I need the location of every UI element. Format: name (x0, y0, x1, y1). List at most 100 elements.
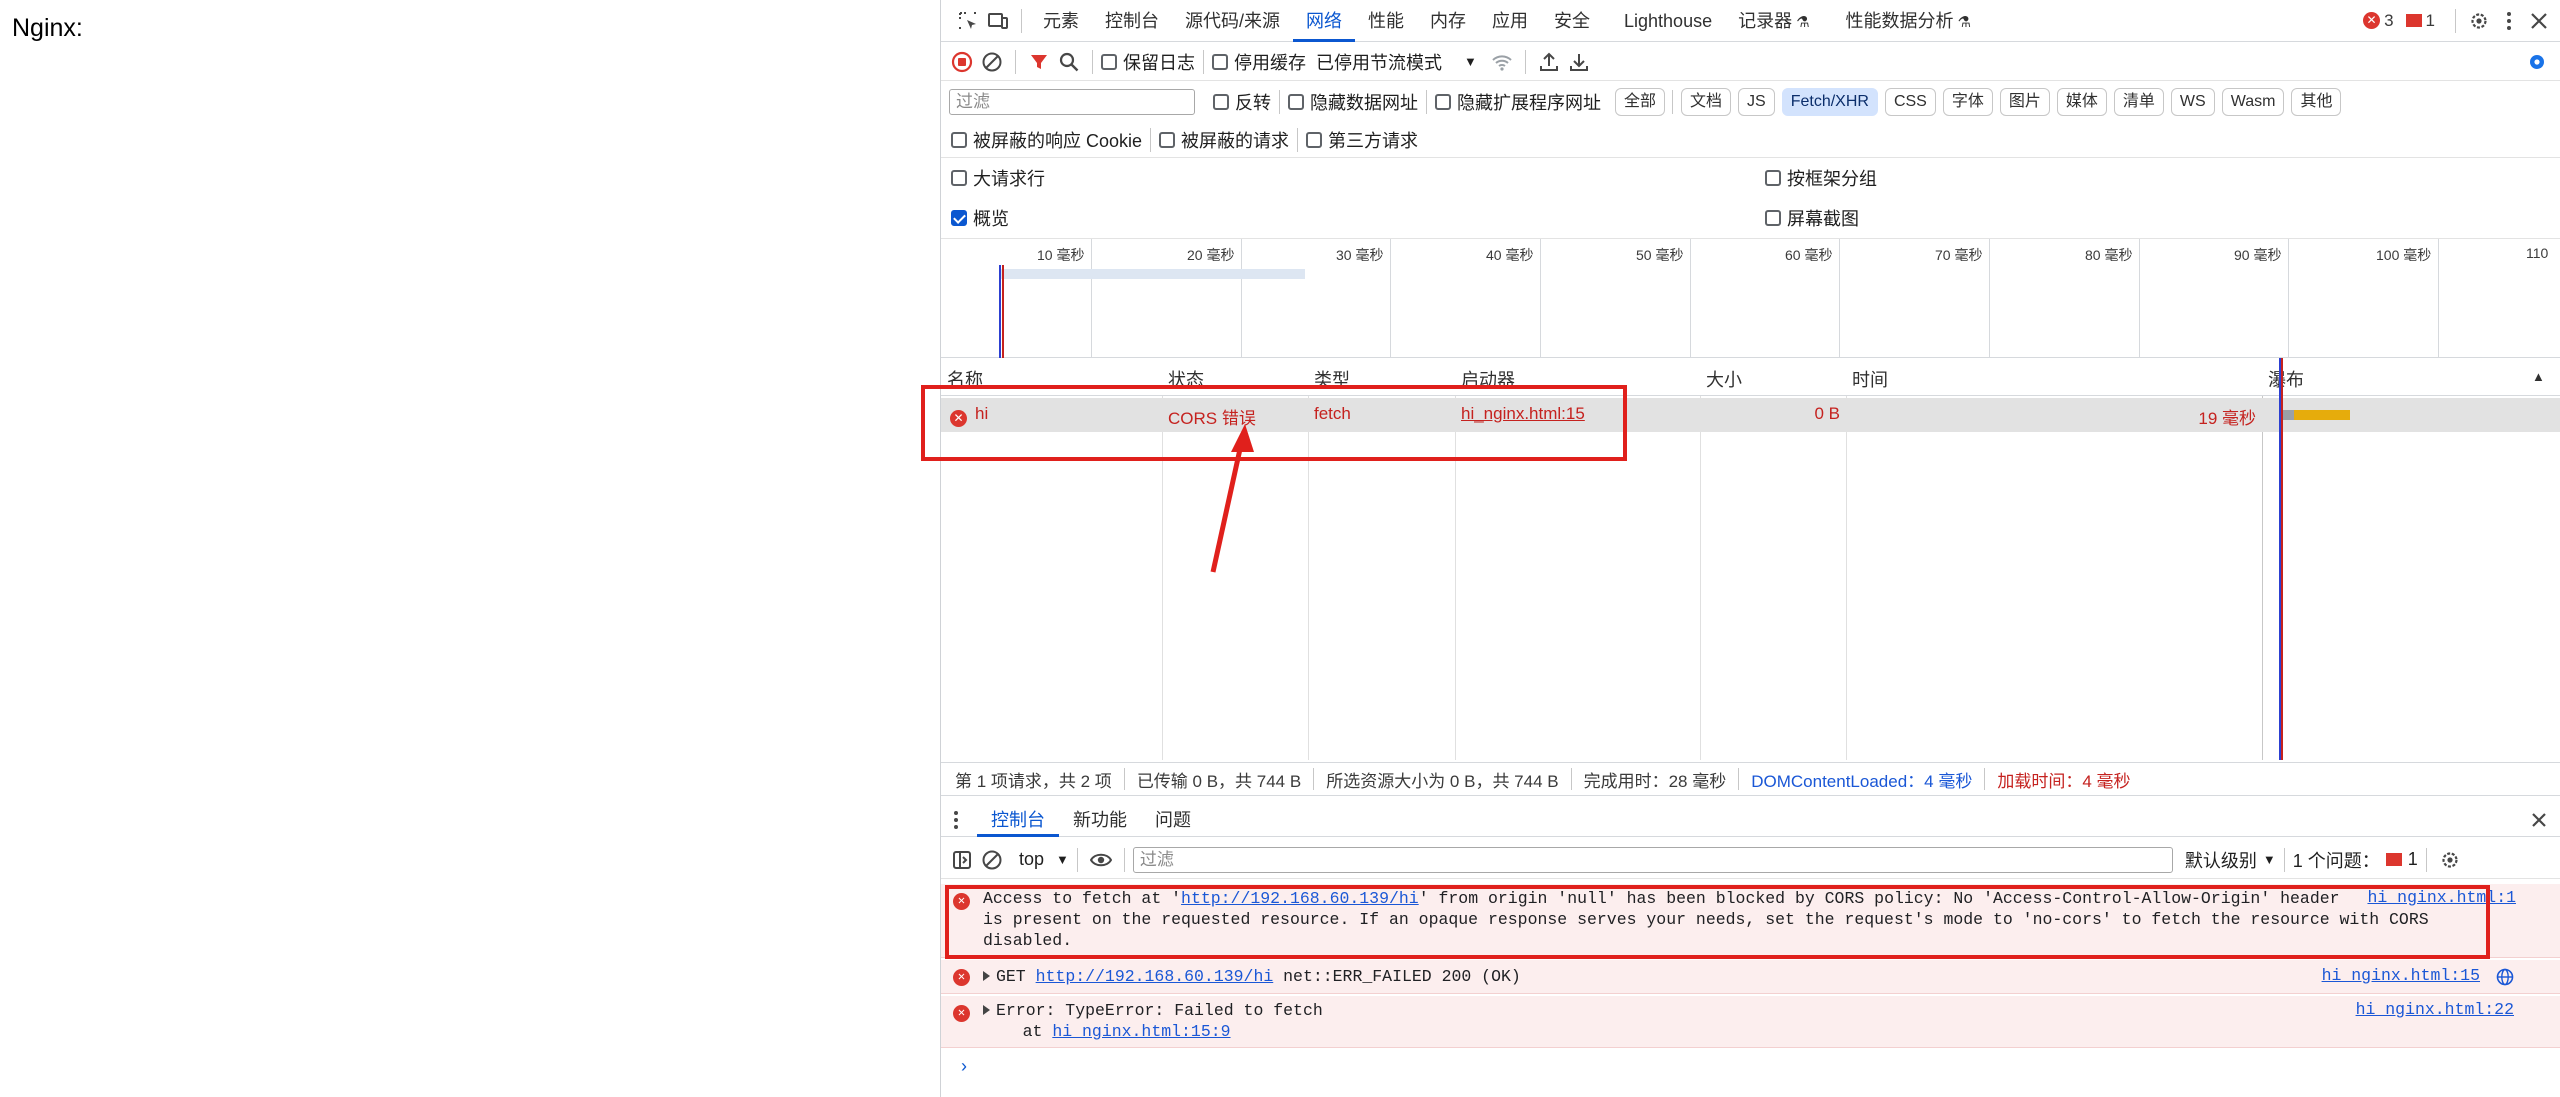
hide-data-urls-checkbox[interactable]: 隐藏数据网址 (1288, 89, 1418, 115)
export-har-icon[interactable] (1564, 47, 1594, 77)
log-levels-select[interactable]: 默认级别 ▼ (2185, 847, 2276, 873)
clear-console-icon[interactable] (977, 845, 1007, 875)
network-overview-timeline[interactable]: 10 毫秒 20 毫秒 30 毫秒 40 毫秒 50 毫秒 60 毫秒 70 毫… (941, 238, 2560, 359)
chip-fetch-xhr[interactable]: Fetch/XHR (1781, 88, 1878, 116)
chip-media[interactable]: 媒体 (2056, 88, 2107, 116)
sort-up-icon[interactable]: ▲ (2532, 369, 2545, 384)
tab-sources[interactable]: 源代码/来源 (1172, 0, 1293, 42)
error-count-badge[interactable]: ✕ 3 (2363, 11, 2394, 31)
toolbar-separator (2425, 847, 2427, 872)
big-rows-checkbox[interactable]: 大请求行 (951, 165, 1045, 191)
message-source-link[interactable]: hi_nginx.html:22 (2356, 1000, 2514, 1019)
overview-label: 概览 (973, 209, 1009, 229)
tab-security[interactable]: 安全 (1541, 0, 1603, 42)
preserve-log-label: 保留日志 (1123, 52, 1195, 73)
overview-grid-line (1839, 239, 1840, 359)
blocked-cookies-checkbox[interactable]: 被屏蔽的响应 Cookie (951, 127, 1142, 153)
header-time[interactable]: 时间 (1852, 366, 1888, 392)
issue-count-badge[interactable]: 1 (2405, 11, 2435, 31)
search-icon[interactable] (1054, 47, 1084, 77)
console-error-message[interactable]: ✕ Error: TypeError: Failed to fetch at h… (941, 996, 2560, 1048)
throttling-select[interactable]: 已停用节流模式 ▼ (1316, 49, 1477, 75)
chip-font[interactable]: 字体 (1942, 88, 1993, 116)
console-error-message[interactable]: ✕ GET http://192.168.60.139/hi net::ERR_… (941, 960, 2560, 994)
main-tab-bar: 元素 控制台 源代码/来源 网络 性能 内存 应用 安全 Lighthouse … (941, 0, 2560, 42)
disable-cache-checkbox[interactable]: 停用缓存 (1212, 49, 1306, 75)
network-toolbar: 保留日志 停用缓存 已停用节流模式 ▼ (941, 43, 2560, 81)
toolbar-separator (1076, 847, 1078, 872)
tab-network[interactable]: 网络 (1293, 0, 1356, 42)
tab-performance-insights[interactable]: 性能数据分析 ⚗ (1833, 0, 1984, 42)
request-url-link[interactable]: http://192.168.60.139/hi (1036, 967, 1274, 986)
tab-elements[interactable]: 元素 (1030, 0, 1092, 42)
overview-selection-window[interactable] (999, 269, 1305, 279)
console-prompt-chevron-icon[interactable]: › (961, 1056, 967, 1077)
stop-recording-icon[interactable] (947, 47, 977, 77)
tab-memory[interactable]: 内存 (1417, 0, 1479, 42)
inspected-page: Nginx: (0, 0, 940, 1097)
stack-frame-link[interactable]: hi_nginx.html:15:9 (1052, 1022, 1230, 1041)
overview-grid-line (2288, 239, 2289, 359)
log-levels-value: 默认级别 (2184, 850, 2257, 871)
chip-all[interactable]: 全部 (1615, 88, 1666, 116)
issues-counter[interactable]: 1 个问题： 1 (2293, 847, 2418, 873)
checkbox-box (1288, 94, 1304, 110)
header-size[interactable]: 大小 (1706, 366, 1742, 392)
network-conditions-icon[interactable] (1487, 47, 1517, 77)
status-dom-loaded: DOMContentLoaded：4 毫秒 (1751, 771, 1973, 791)
import-har-icon[interactable] (1534, 47, 1564, 77)
network-filter-input[interactable]: 过滤 (949, 89, 1195, 115)
chip-doc[interactable]: 文档 (1681, 88, 1732, 116)
waterfall-load-marker (2281, 358, 2283, 760)
live-expression-eye-icon[interactable] (1086, 845, 1116, 875)
chip-ws[interactable]: WS (2170, 88, 2215, 116)
chip-css[interactable]: CSS (1884, 88, 1936, 116)
screenshots-checkbox[interactable]: 屏幕截图 (1765, 205, 1859, 231)
toolbar-separator (1672, 90, 1674, 114)
expand-triangle-icon[interactable] (983, 971, 990, 981)
tab-application[interactable]: 应用 (1479, 0, 1541, 42)
network-settings-gear-icon[interactable] (2522, 47, 2552, 77)
close-devtools-icon[interactable] (2524, 6, 2554, 36)
invert-checkbox[interactable]: 反转 (1213, 89, 1271, 115)
chip-manifest[interactable]: 清单 (2113, 88, 2164, 116)
sidebar-toggle-icon[interactable] (947, 845, 977, 875)
tab-console[interactable]: 控制台 (1092, 0, 1172, 42)
preserve-log-checkbox[interactable]: 保留日志 (1101, 49, 1195, 75)
chip-wasm[interactable]: Wasm (2221, 88, 2285, 116)
console-filter-input[interactable]: 过滤 (1132, 846, 2173, 873)
device-toggle-icon[interactable] (983, 6, 1013, 36)
console-settings-gear-icon[interactable] (2435, 845, 2465, 875)
chip-js[interactable]: JS (1738, 88, 1775, 116)
context-select[interactable]: top ▼ (1019, 849, 1069, 870)
overview-grid-line (2438, 239, 2439, 359)
expand-triangle-icon[interactable] (983, 1005, 990, 1015)
chip-img[interactable]: 图片 (1999, 88, 2050, 116)
more-vertical-icon[interactable] (2494, 6, 2524, 36)
tab-performance[interactable]: 性能 (1355, 0, 1417, 42)
chip-other[interactable]: 其他 (2291, 88, 2342, 116)
overview-checkbox[interactable]: 概览 (951, 205, 1009, 231)
drawer-tab-console[interactable]: 控制台 (977, 803, 1059, 837)
inspect-element-icon[interactable] (953, 6, 983, 36)
tab-recorder[interactable]: 记录器 ⚗ (1725, 0, 1822, 42)
drawer-tab-issues[interactable]: 问题 (1141, 803, 1205, 837)
drawer-tab-whats-new[interactable]: 新功能 (1059, 803, 1141, 837)
hide-extension-urls-checkbox[interactable]: 隐藏扩展程序网址 (1435, 89, 1601, 115)
blocked-requests-checkbox[interactable]: 被屏蔽的请求 (1159, 127, 1289, 153)
overview-tick: 80 毫秒 (2085, 247, 2133, 263)
filter-funnel-icon[interactable] (1024, 47, 1054, 77)
drawer-menu-icon[interactable] (941, 805, 971, 835)
message-source-link[interactable]: hi_nginx.html:15 (2322, 966, 2480, 985)
header-waterfall[interactable]: 瀑布 (2268, 366, 2304, 392)
tab-lighthouse[interactable]: Lighthouse (1611, 0, 1725, 42)
group-by-frame-checkbox[interactable]: 按框架分组 (1765, 165, 1877, 191)
clear-icon[interactable] (977, 47, 1007, 77)
overview-load-marker (1002, 265, 1004, 359)
overview-tick: 50 毫秒 (1636, 247, 1684, 263)
network-request-globe-icon[interactable] (2496, 968, 2514, 991)
settings-gear-icon[interactable] (2464, 6, 2494, 36)
third-party-checkbox[interactable]: 第三方请求 (1306, 127, 1418, 153)
issue-flag-icon (2405, 14, 2422, 27)
close-drawer-icon[interactable] (2524, 805, 2554, 835)
